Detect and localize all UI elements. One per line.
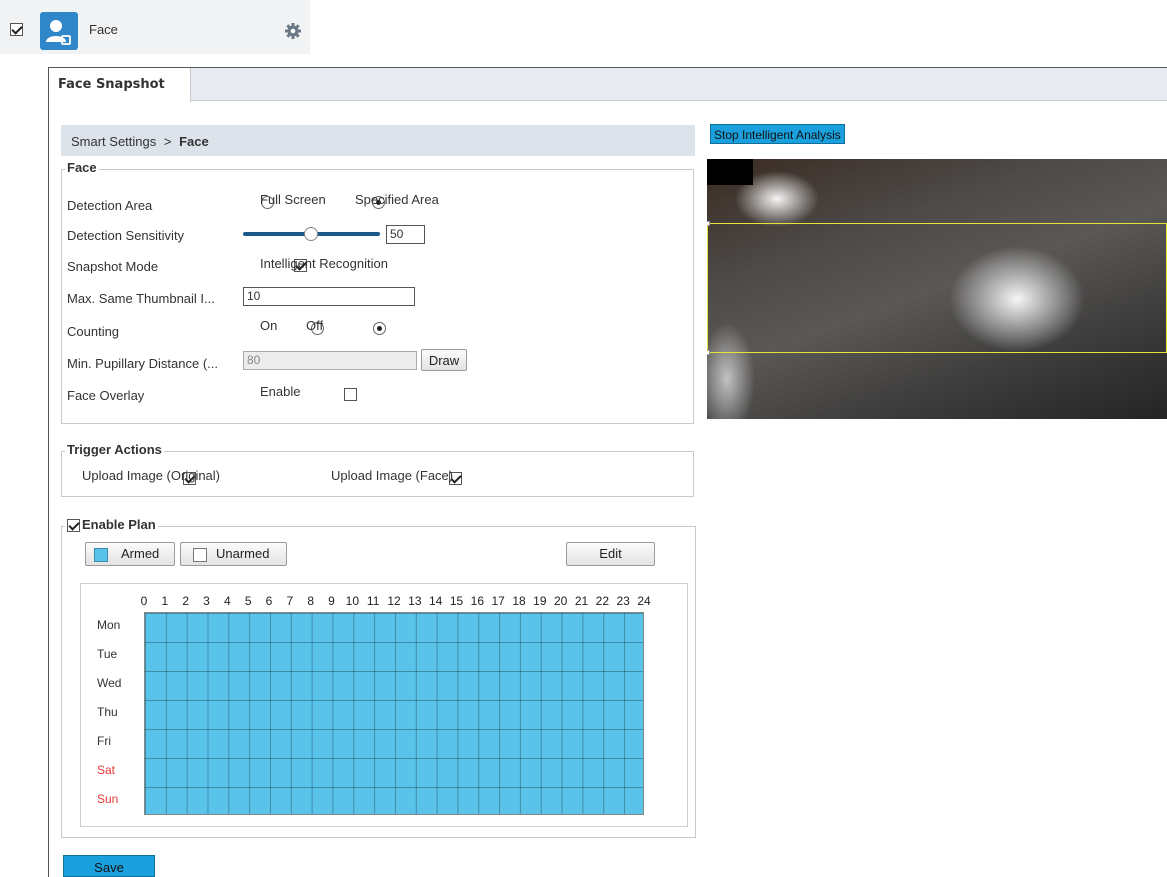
pupillary-distance-input[interactable]: 80 xyxy=(243,351,417,370)
face-overlay-enable-label: Enable xyxy=(260,384,301,399)
day-label-wed: Wed xyxy=(97,676,122,690)
hour-label: 11 xyxy=(366,594,380,608)
hour-label: 10 xyxy=(345,594,359,608)
unarmed-button[interactable]: Unarmed xyxy=(180,542,287,566)
armed-swatch xyxy=(94,548,108,562)
counting-on-label: On xyxy=(260,318,278,333)
breadcrumb: Smart Settings > Face xyxy=(61,125,695,156)
intelligent-recognition-label: Intelligent Recognition xyxy=(260,256,388,271)
day-label-sun: Sun xyxy=(97,792,119,806)
hour-label: 16 xyxy=(470,594,484,608)
armed-button[interactable]: Armed xyxy=(85,542,175,566)
day-label-mon: Mon xyxy=(97,618,121,632)
hour-label: 9 xyxy=(328,594,335,608)
snapshot-mode-label: Snapshot Mode xyxy=(67,259,159,274)
detection-sensitivity-label: Detection Sensitivity xyxy=(67,228,185,243)
unarmed-label: Unarmed xyxy=(216,546,270,561)
sensitivity-slider-handle[interactable] xyxy=(304,227,318,241)
max-thumbnail-label: Max. Same Thumbnail I... xyxy=(67,291,215,306)
day-label-fri: Fri xyxy=(97,734,111,748)
schedule-grid[interactable] xyxy=(144,612,644,815)
face-enable-checkbox[interactable] xyxy=(10,23,23,37)
hour-label: 5 xyxy=(244,594,252,608)
breadcrumb-current: Face xyxy=(179,134,209,149)
hour-label: 24 xyxy=(637,594,651,608)
detection-area-rectangle[interactable] xyxy=(707,221,1167,355)
rect-handle-bottom-left[interactable] xyxy=(707,350,710,355)
hour-label: 23 xyxy=(616,594,630,608)
hour-label: 12 xyxy=(387,594,401,608)
face-function-icon[interactable] xyxy=(40,12,78,50)
hour-label: 0 xyxy=(140,594,148,608)
hour-label: 2 xyxy=(182,594,189,608)
upload-original-label: Upload Image (Original) xyxy=(82,468,221,483)
video-black-box xyxy=(707,159,753,185)
hour-label: 22 xyxy=(595,594,609,608)
hour-label: 7 xyxy=(286,594,294,608)
counting-off-label: Off xyxy=(306,318,324,333)
face-overlay-checkbox[interactable] xyxy=(343,388,357,402)
enable-plan-checkbox[interactable] xyxy=(67,519,80,533)
specified-area-label: Specified Area xyxy=(355,192,439,207)
trigger-actions-legend: Trigger Actions xyxy=(65,442,164,457)
hour-label: 13 xyxy=(408,594,422,608)
enable-plan-label: Enable Plan xyxy=(82,517,156,532)
live-video-preview[interactable] xyxy=(707,159,1167,419)
hour-label: 19 xyxy=(533,594,547,608)
face-group-legend: Face xyxy=(65,160,99,175)
counting-label: Counting xyxy=(67,324,120,339)
gear-icon[interactable] xyxy=(285,23,301,42)
full-screen-label: Full Screen xyxy=(260,192,326,207)
draw-button[interactable]: Draw xyxy=(421,349,467,371)
detection-area-label: Detection Area xyxy=(67,198,153,213)
hour-label: 18 xyxy=(512,594,526,608)
day-label-sat: Sat xyxy=(97,763,116,777)
unarmed-swatch xyxy=(193,548,207,562)
day-label-tue: Tue xyxy=(97,647,118,661)
edit-button[interactable]: Edit xyxy=(566,542,655,566)
pupillary-distance-label: Min. Pupillary Distance (... xyxy=(67,356,218,371)
hour-label: 1 xyxy=(161,594,169,608)
breadcrumb-separator: > xyxy=(163,134,172,149)
upload-face-label: Upload Image (Face) xyxy=(331,468,454,483)
tab-bar xyxy=(49,68,1167,101)
sensitivity-value-input[interactable]: 50 xyxy=(386,225,425,244)
face-overlay-label: Face Overlay xyxy=(67,388,145,403)
max-thumbnail-input[interactable]: 10 xyxy=(243,287,415,306)
armed-label: Armed xyxy=(121,546,160,561)
hour-label: 8 xyxy=(307,594,314,608)
hour-label: 20 xyxy=(553,594,568,608)
hour-label: 14 xyxy=(428,594,443,608)
hour-label: 4 xyxy=(223,594,231,608)
rect-handle-top-left[interactable] xyxy=(707,221,710,226)
plan-legend: Enable Plan xyxy=(65,517,158,533)
hour-label: 6 xyxy=(265,594,273,608)
tab-face-snapshot[interactable]: Face Snapshot xyxy=(49,68,191,102)
hour-label: 3 xyxy=(203,594,210,608)
hour-label: 21 xyxy=(574,594,589,608)
hour-label: 15 xyxy=(449,594,464,608)
day-label-thu: Thu xyxy=(97,705,118,719)
save-button[interactable]: Save xyxy=(63,855,155,877)
hour-label: 17 xyxy=(491,594,505,608)
breadcrumb-parent: Smart Settings xyxy=(71,134,157,149)
face-function-label: Face xyxy=(89,22,118,37)
stop-intelligent-analysis-button[interactable]: Stop Intelligent Analysis xyxy=(710,124,845,144)
